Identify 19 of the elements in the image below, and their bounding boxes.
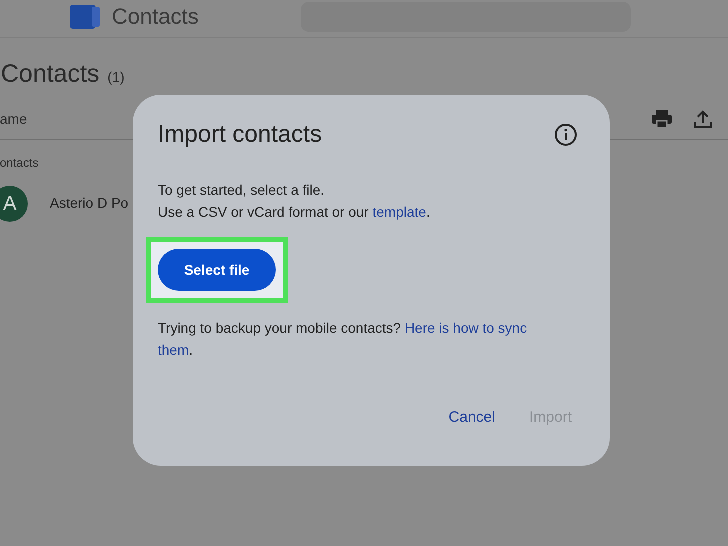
print-icon[interactable]: [652, 110, 672, 128]
backup-text: Trying to backup your mobile contacts? Here is how to sync them.: [158, 319, 528, 360]
instructions-text: To get started, select a file. Use a CSV or vCard format or our template.: [158, 181, 432, 222]
sync-link[interactable]: Here is how to sync: [404, 320, 528, 336]
contact-name[interactable]: Asterio D Po: [50, 193, 129, 214]
column-header: ame: [0, 110, 28, 128]
export-icon[interactable]: [694, 110, 712, 128]
template-link[interactable]: template: [372, 204, 426, 220]
contact-count: (1): [108, 68, 125, 87]
contact-avatar: A: [0, 186, 28, 222]
info-icon[interactable]: [554, 123, 578, 147]
dialog-title: Import contacts: [158, 120, 322, 150]
contacts-logo-icon: [70, 4, 100, 28]
select-file-button[interactable]: Select file: [158, 249, 276, 291]
app-title: Contacts: [112, 4, 199, 30]
page-heading: Contacts: [1, 59, 100, 90]
section-label: ontacts: [0, 154, 40, 172]
dialog-button[interactable]: Cancel: [448, 407, 496, 430]
sync-link[interactable]: them: [158, 342, 190, 358]
